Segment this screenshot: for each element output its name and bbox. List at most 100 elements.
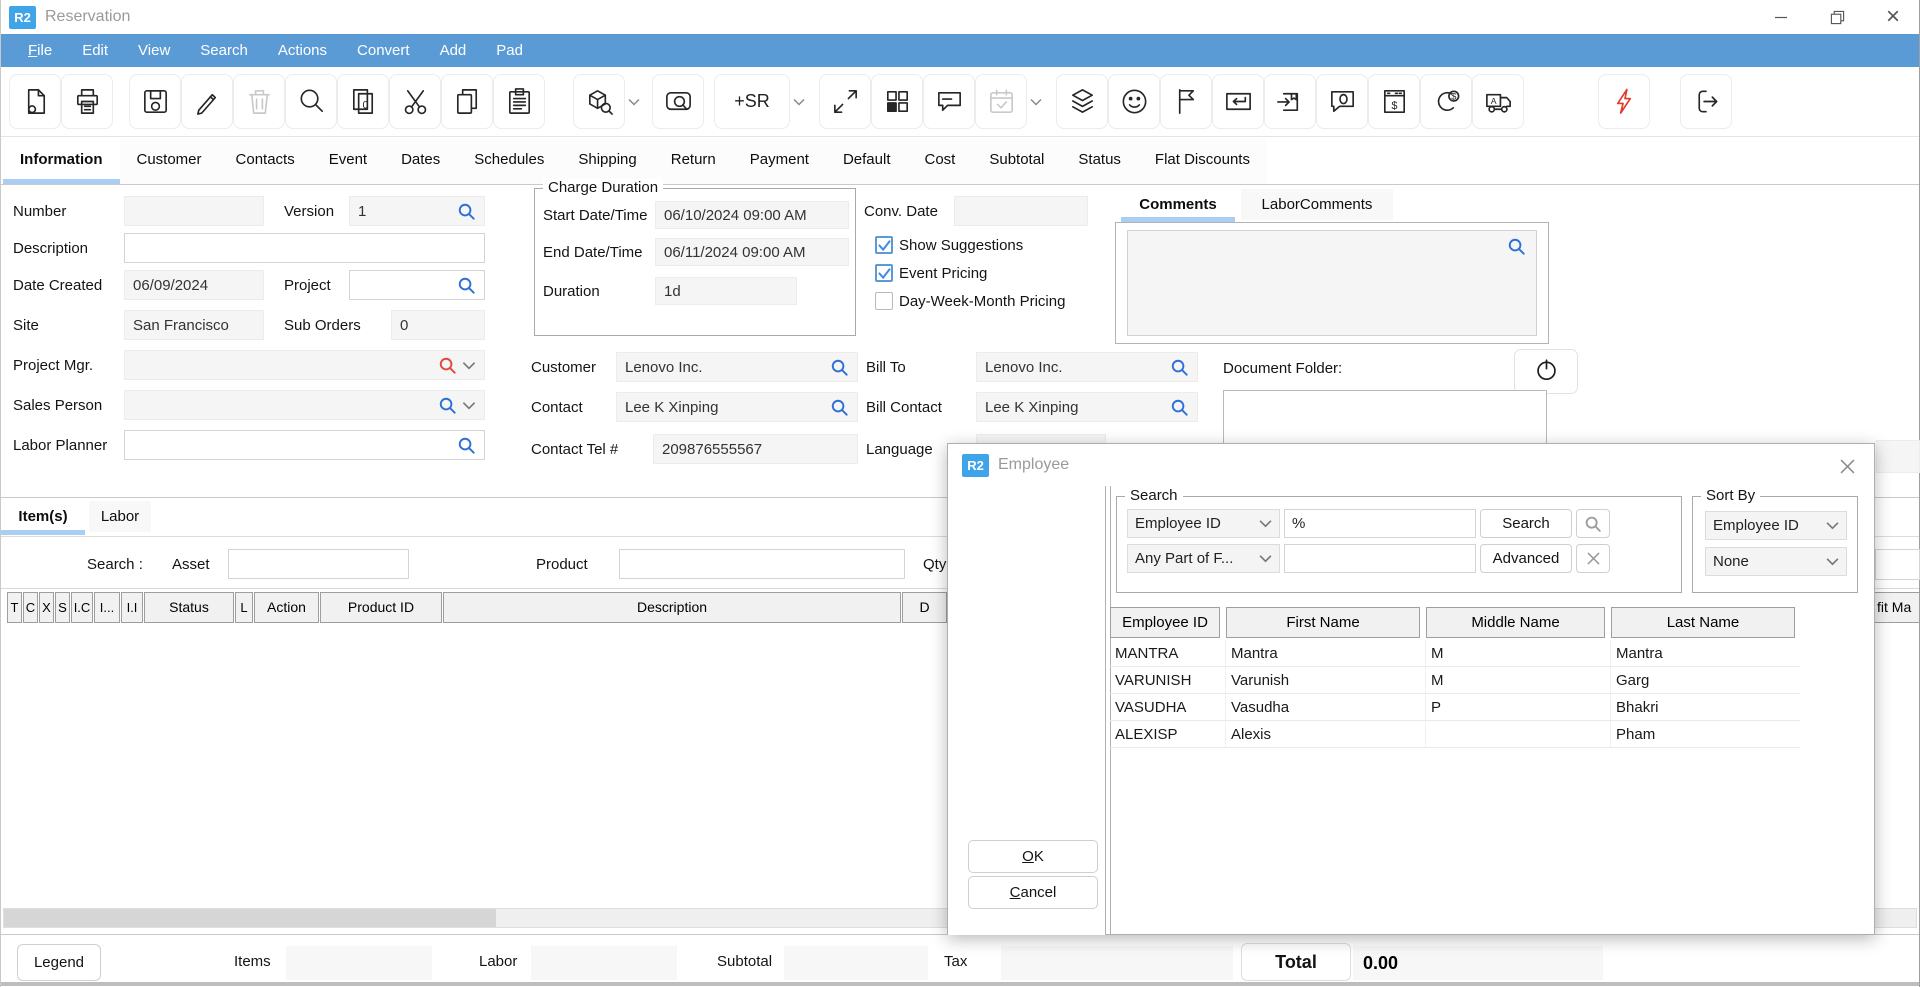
comments-box[interactable] <box>1127 230 1537 336</box>
menu-item-file[interactable]: File <box>13 36 67 65</box>
menu-item-actions[interactable]: Actions <box>263 36 342 65</box>
menu-item-search[interactable]: Search <box>185 36 263 65</box>
chevron-down-icon[interactable] <box>462 361 476 370</box>
restore-button[interactable] <box>1809 0 1865 34</box>
tab-payment[interactable]: Payment <box>733 139 826 184</box>
toolbar-item-search-button[interactable] <box>573 74 625 129</box>
menu-item-pad[interactable]: Pad <box>481 36 538 65</box>
toolbar-paste-button[interactable] <box>493 74 545 129</box>
toolbar-invoice-button[interactable]: $ <box>1368 74 1420 129</box>
search-icon[interactable] <box>457 276 476 295</box>
tab-laborcomments[interactable]: LaborComments <box>1241 189 1393 220</box>
legend-button[interactable]: Legend <box>17 944 101 981</box>
tab-customer[interactable]: Customer <box>120 139 219 184</box>
toolbar-zoom-search-button[interactable] <box>652 74 704 129</box>
start-datetime-field[interactable]: 06/10/2024 09:00 AM <box>655 201 849 229</box>
column-header-t[interactable]: T <box>7 592 22 623</box>
tab-event[interactable]: Event <box>312 139 384 184</box>
search-icon[interactable] <box>830 398 849 417</box>
checkbox-day-week-month-pricing[interactable] <box>875 292 893 310</box>
close-button[interactable]: × <box>1865 0 1920 34</box>
search-icon[interactable] <box>830 358 849 377</box>
tab-return[interactable]: Return <box>654 139 733 184</box>
search-match-select[interactable]: Any Part of F... <box>1127 544 1280 573</box>
product-input[interactable] <box>619 549 905 579</box>
toolbar-delivery-truck-button[interactable]: A <box>1472 74 1524 129</box>
asset-input[interactable] <box>228 549 409 579</box>
toolbar-new-document-button[interactable] <box>9 74 61 129</box>
tab-information[interactable]: Information <box>3 139 120 184</box>
checkbox-event-pricing[interactable] <box>875 264 893 282</box>
tab-item-s[interactable]: Item(s) <box>5 501 81 532</box>
bill-contact-field[interactable]: Lee K Xinping <box>976 392 1198 422</box>
search-icon[interactable] <box>1170 398 1189 417</box>
toolbar-quote-button[interactable] <box>1316 74 1368 129</box>
labor-planner-field[interactable] <box>124 430 485 460</box>
toolbar-print-button[interactable] <box>61 74 113 129</box>
tab-contacts[interactable]: Contacts <box>219 139 312 184</box>
tab-flat-discounts[interactable]: Flat Discounts <box>1138 139 1267 184</box>
chevron-down-icon[interactable] <box>462 401 476 410</box>
tab-dates[interactable]: Dates <box>384 139 457 184</box>
toolbar-ship-item-button[interactable] <box>1264 74 1316 129</box>
bill-to-field[interactable]: Lenovo Inc. <box>976 352 1198 382</box>
search-icon[interactable] <box>438 356 457 375</box>
column-header-description[interactable]: Description <box>443 592 901 623</box>
employee-column-header-first-name[interactable]: First Name <box>1226 607 1420 638</box>
description-field[interactable] <box>124 233 485 263</box>
clear-search-button[interactable] <box>1576 544 1610 573</box>
tab-status[interactable]: Status <box>1061 139 1138 184</box>
toolbar-return-item-button[interactable] <box>1212 74 1264 129</box>
sort-secondary-select[interactable]: None <box>1705 547 1847 576</box>
toolbar-add-sr-button[interactable]: +SR <box>714 74 790 129</box>
project-field[interactable] <box>349 270 485 300</box>
search-value-input[interactable] <box>1284 544 1476 573</box>
employee-column-header-last-name[interactable]: Last Name <box>1611 607 1795 638</box>
tab-default[interactable]: Default <box>826 139 908 184</box>
column-header-product-id[interactable]: Product ID <box>320 592 442 623</box>
number-field[interactable] <box>124 196 264 226</box>
menu-item-convert[interactable]: Convert <box>342 36 425 65</box>
search-icon[interactable] <box>1507 237 1526 261</box>
toolbar-copy-button[interactable] <box>441 74 493 129</box>
tab-cost[interactable]: Cost <box>908 139 973 184</box>
checkbox-show-suggestions[interactable] <box>875 236 893 254</box>
column-header-s[interactable]: S <box>55 592 70 623</box>
sales-person-field[interactable] <box>124 390 485 420</box>
tab-shipping[interactable]: Shipping <box>561 139 653 184</box>
column-header-status[interactable]: Status <box>144 592 234 623</box>
column-header-i-i[interactable]: I.I <box>121 592 143 623</box>
toolbar-edit-button[interactable] <box>181 74 233 129</box>
document-folder-button[interactable] <box>1514 349 1578 394</box>
tab-subtotal[interactable]: Subtotal <box>972 139 1061 184</box>
toolbar-delete-button[interactable] <box>233 74 285 129</box>
advanced-button[interactable]: Advanced <box>1480 544 1572 573</box>
dropdown-chevron-icon[interactable] <box>625 74 642 129</box>
toolbar-exit-button[interactable] <box>1680 74 1732 129</box>
toolbar-calendar-button[interactable] <box>975 74 1027 129</box>
contact-field[interactable]: Lee K Xinping <box>616 392 858 422</box>
tab-schedules[interactable]: Schedules <box>457 139 561 184</box>
customer-field[interactable]: Lenovo Inc. <box>616 352 858 382</box>
toolbar-flag-button[interactable] <box>1160 74 1212 129</box>
tab-labor[interactable]: Labor <box>89 501 151 532</box>
duration-field[interactable]: 1d <box>655 277 797 305</box>
toolbar-search-button[interactable] <box>285 74 337 129</box>
menu-item-view[interactable]: View <box>123 36 185 65</box>
end-datetime-field[interactable]: 06/11/2024 09:00 AM <box>655 238 849 266</box>
column-header-x[interactable]: X <box>39 592 54 623</box>
menu-item-edit[interactable]: Edit <box>67 36 123 65</box>
search-icon[interactable] <box>457 202 476 221</box>
column-header-c[interactable]: C <box>23 592 38 623</box>
search-button[interactable]: Search <box>1480 509 1572 538</box>
toolbar-time-billing-button[interactable]: $ <box>1420 74 1472 129</box>
search-icon[interactable] <box>438 396 457 415</box>
column-header-action[interactable]: Action <box>254 592 319 623</box>
toolbar-cut-button[interactable] <box>389 74 441 129</box>
dropdown-chevron-icon[interactable] <box>790 74 807 129</box>
toolbar-layout-grid-button[interactable] <box>871 74 923 129</box>
contact-tel-field[interactable]: 209876555567 <box>653 434 858 464</box>
menu-item-add[interactable]: Add <box>425 36 482 65</box>
minimize-button[interactable] <box>1753 0 1809 34</box>
toolbar-save-button[interactable] <box>129 74 181 129</box>
